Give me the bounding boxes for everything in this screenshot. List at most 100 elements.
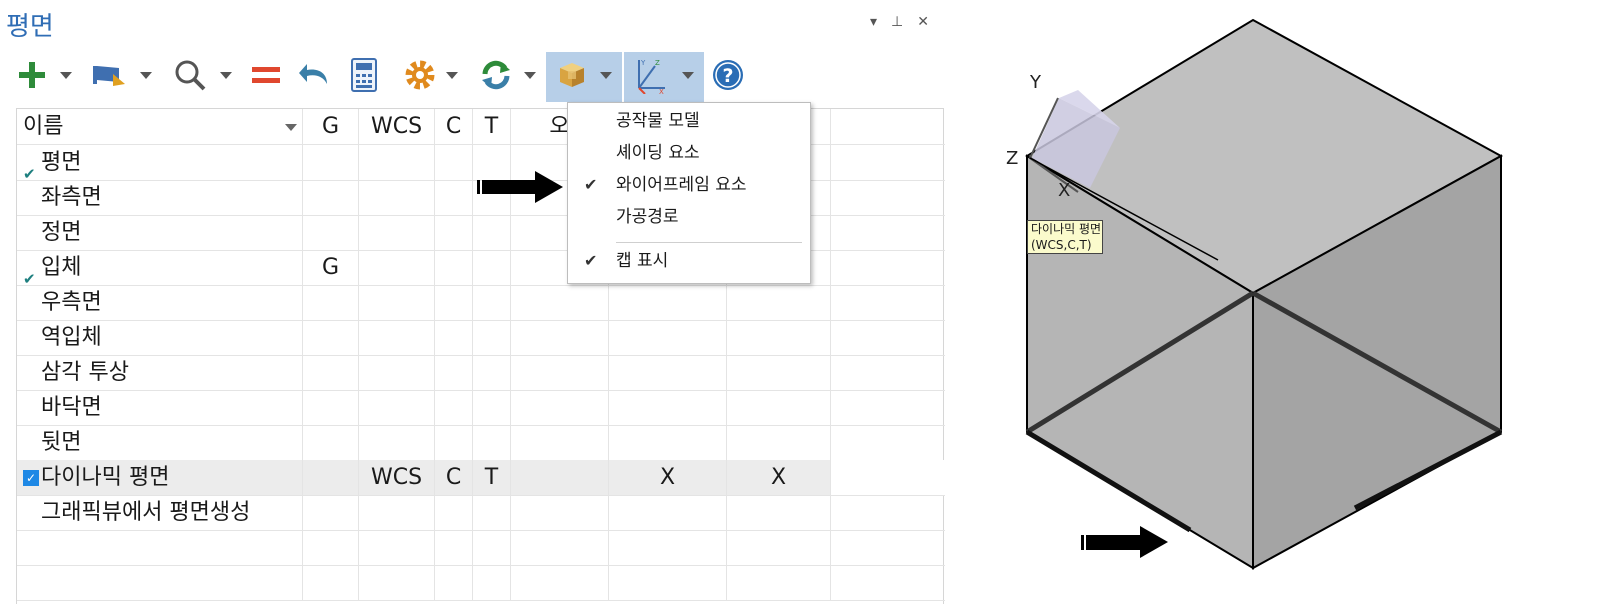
cube-wireframe — [1025, 18, 1504, 570]
row-wcs-cell — [359, 495, 435, 531]
row-e9-cell — [831, 145, 945, 181]
row-name: 입체 — [41, 255, 82, 280]
row-e5-cell — [511, 320, 609, 356]
row-x1-cell: X — [609, 460, 727, 496]
table-row[interactable]: 바닥면 — [17, 390, 945, 426]
row-g-cell — [303, 355, 359, 391]
row-c-cell — [435, 145, 473, 181]
row-c-cell — [435, 320, 473, 356]
equals-icon — [249, 60, 283, 94]
flag-icon — [89, 60, 127, 94]
menu-item-shaded-entities[interactable]: 셰이딩 요소 — [568, 137, 810, 169]
check-icon: ✔ — [23, 270, 36, 286]
display-options-dropdown-icon[interactable] — [600, 72, 612, 79]
column-header-c[interactable]: C — [435, 109, 473, 145]
table-row[interactable]: 역입체 — [17, 320, 945, 356]
row-x1-cell — [609, 355, 727, 391]
row-x2-cell — [727, 565, 831, 601]
column-header-9[interactable] — [831, 109, 945, 145]
row-g-cell — [303, 425, 359, 461]
axes-dropdown-icon[interactable] — [682, 72, 694, 79]
row-name: 다이나믹 평면 — [41, 465, 170, 490]
column-header-g[interactable]: G — [303, 109, 359, 145]
row-name: 우측면 — [41, 290, 102, 315]
table-row[interactable]: 삼각 투상 — [17, 355, 945, 391]
row-t-cell — [473, 320, 511, 356]
table-row[interactable]: 그래픽뷰에서 평면생성 — [17, 495, 945, 531]
row-name-cell: 삼각 투상 — [17, 355, 303, 391]
panel-menu-dropdown-icon[interactable]: ▾ — [870, 14, 877, 30]
row-t-cell — [473, 285, 511, 321]
help-button[interactable]: ? — [708, 52, 748, 102]
table-row[interactable] — [17, 565, 945, 601]
graphics-view[interactable]: Y Z X — [960, 0, 1615, 604]
row-c-cell — [435, 215, 473, 251]
menu-item-stock-model[interactable]: 공작물 모델 — [568, 105, 810, 137]
table-row[interactable] — [17, 530, 945, 566]
menu-item-wireframe-entities[interactable]: ✔ 와이어프레임 요소 — [568, 169, 810, 201]
plane-tooltip: 다이나믹 평면 (WCS,C,T) — [1027, 220, 1103, 254]
row-x2-cell: X — [727, 460, 831, 496]
menu-item-show-cap[interactable]: ✔ 캡 표시 — [568, 245, 810, 277]
row-g-cell — [303, 180, 359, 216]
plus-icon — [16, 59, 48, 95]
undo-button[interactable] — [294, 52, 334, 102]
row-x1-cell — [609, 320, 727, 356]
refresh-dropdown-icon[interactable] — [524, 72, 536, 79]
row-x2-cell — [727, 355, 831, 391]
tooltip-line1: 다이나믹 평면 — [1031, 222, 1102, 236]
row-t-cell — [473, 425, 511, 461]
row-name-cell — [17, 530, 303, 566]
display-options-menu: 공작물 모델 셰이딩 요소 ✔ 와이어프레임 요소 가공경로 ✔ 캡 표시 — [567, 102, 811, 284]
row-name-cell: ✔ 평면 — [17, 145, 303, 181]
row-x1-cell — [609, 390, 727, 426]
row-e5-cell — [511, 285, 609, 321]
row-c-cell — [435, 285, 473, 321]
refresh-button[interactable] — [476, 52, 516, 102]
table-row[interactable]: 우측면 — [17, 285, 945, 321]
row-e5-cell — [511, 530, 609, 566]
row-name-cell: ✓ 다이나믹 평면 — [17, 460, 303, 496]
row-t-cell — [473, 215, 511, 251]
row-e9-cell — [831, 425, 945, 461]
flag-dropdown-icon[interactable] — [140, 72, 152, 79]
axes-button[interactable]: Y Z X — [624, 52, 704, 102]
column-header-t[interactable]: T — [473, 109, 511, 145]
find-button[interactable] — [170, 52, 210, 102]
add-plane-dropdown-icon[interactable] — [60, 72, 72, 79]
equal-button[interactable] — [246, 52, 286, 102]
column-header-name[interactable]: 이름 — [17, 109, 303, 145]
table-row[interactable]: ✓ 다이나믹 평면 WCS C T X X — [17, 460, 945, 496]
settings-dropdown-icon[interactable] — [446, 72, 458, 79]
settings-button[interactable] — [400, 52, 440, 102]
row-t-cell — [473, 565, 511, 601]
table-row[interactable]: 뒷면 — [17, 425, 945, 461]
row-g-cell — [303, 215, 359, 251]
check-icon: ✔ — [23, 165, 36, 181]
row-c-cell — [435, 180, 473, 216]
planes-panel: 평면 ▾ ⊥ ✕ Y Z X ? 이름 G WCS C T 오 ✔ 평면 좌측면… — [0, 0, 960, 604]
row-wcs-cell — [359, 215, 435, 251]
menu-item-toolpaths[interactable]: 가공경로 — [568, 201, 810, 233]
add-plane-button[interactable] — [12, 52, 52, 102]
name-filter-dropdown-icon[interactable] — [285, 124, 297, 131]
row-e5-cell — [511, 565, 609, 601]
close-icon[interactable]: ✕ — [917, 14, 929, 30]
row-c-cell — [435, 250, 473, 286]
row-e9-cell — [831, 460, 945, 496]
row-c-cell — [435, 425, 473, 461]
svg-text:?: ? — [722, 65, 733, 87]
flag-button[interactable] — [86, 52, 130, 102]
column-header-wcs[interactable]: WCS — [359, 109, 435, 145]
pin-icon[interactable]: ⊥ — [891, 14, 903, 30]
find-dropdown-icon[interactable] — [220, 72, 232, 79]
row-name-cell: 정면 — [17, 215, 303, 251]
row-c-cell — [435, 355, 473, 391]
calculator-button[interactable] — [344, 52, 384, 102]
display-options-button[interactable] — [546, 52, 622, 102]
row-name: 역입체 — [41, 325, 102, 350]
calculator-icon — [350, 58, 378, 96]
svg-text:Y: Y — [640, 59, 646, 67]
row-t-cell — [473, 390, 511, 426]
row-wcs-cell — [359, 180, 435, 216]
